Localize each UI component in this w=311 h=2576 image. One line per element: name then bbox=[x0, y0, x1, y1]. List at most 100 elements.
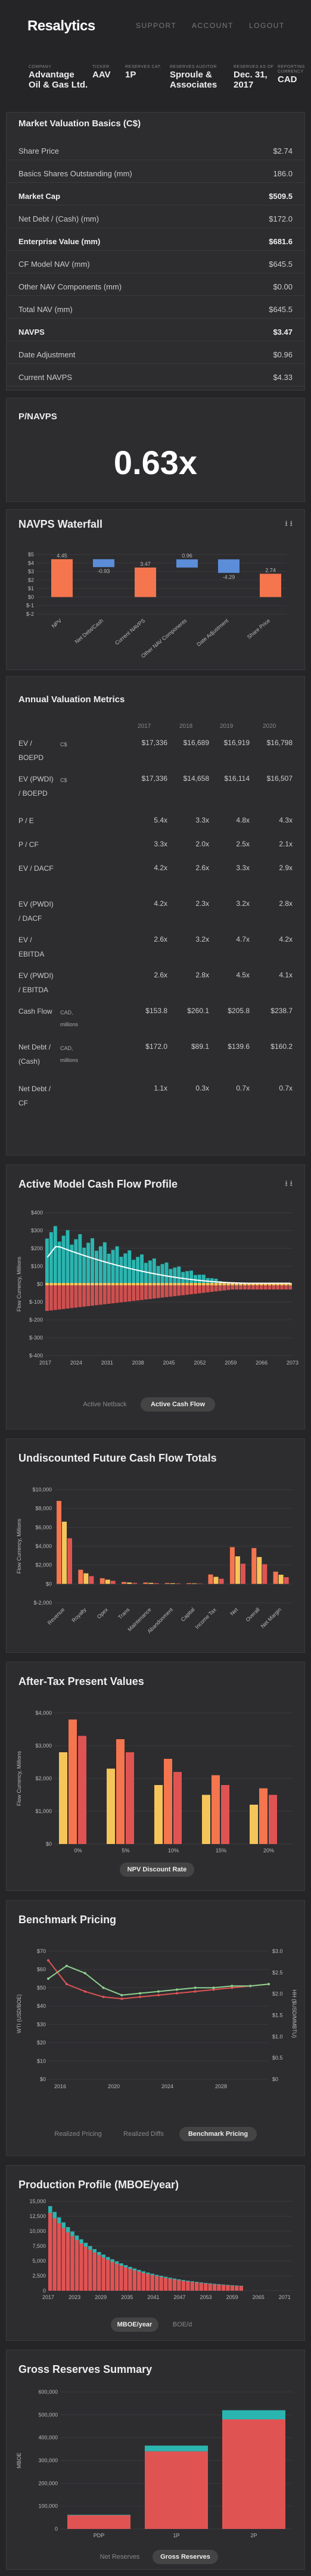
row-label: Enterprise Value (mm) bbox=[18, 237, 101, 246]
metric-label: EV / DACF bbox=[18, 864, 54, 873]
y-tick: 0 bbox=[43, 2288, 46, 2294]
info-auditor: RESERVES AUDITOR Sproule & Associates bbox=[170, 65, 217, 90]
row-value: $645.5 bbox=[269, 260, 293, 269]
logo[interactable]: Resalytics bbox=[27, 18, 95, 35]
bar-label: 4.45 bbox=[57, 553, 67, 559]
undisc-bar bbox=[208, 1574, 213, 1584]
cashflow-bar bbox=[111, 1283, 115, 1285]
row-label: Total NAV (mm) bbox=[18, 305, 73, 314]
y2-tick: $1.0 bbox=[272, 2033, 283, 2039]
metric-value: 0.7x bbox=[279, 1084, 293, 1092]
aftertax-chart: Flow Currency, Millions $4,000 $3,000 $2,00… bbox=[16, 1710, 293, 1854]
toggle-npv-discount[interactable]: NPV Discount Rate bbox=[120, 1862, 194, 1877]
y-tick: $2,000 bbox=[35, 1776, 52, 1781]
metric-value: $238.7 bbox=[270, 1007, 293, 1015]
toggle-realized-pricing[interactable]: Realized Pricing bbox=[48, 2127, 108, 2141]
toggle-benchmark-pricing[interactable]: Benchmark Pricing bbox=[179, 2127, 257, 2141]
production-bar bbox=[79, 2239, 83, 2291]
y-tick: $-300 bbox=[29, 1335, 43, 1341]
metric-value: 3.2x bbox=[236, 899, 250, 908]
production-bar bbox=[146, 2272, 150, 2275]
toggle-net-reserves[interactable]: Net Reserves bbox=[93, 2550, 147, 2564]
cashflow-bar bbox=[152, 1284, 156, 1299]
download-icon[interactable]: ⭳ ⭳ bbox=[285, 1178, 293, 1191]
x-tick: 2029 bbox=[95, 2294, 107, 2300]
cashflow-bar bbox=[189, 1284, 193, 1294]
cashflow-bar bbox=[74, 1283, 78, 1285]
cashflow-bar bbox=[78, 1284, 82, 1307]
metric-value: 4.2x bbox=[279, 935, 293, 943]
y2-tick: $3.0 bbox=[272, 1948, 283, 1954]
undisc-bar bbox=[284, 1577, 289, 1584]
nav-support[interactable]: SUPPORT bbox=[136, 21, 176, 30]
toggle-mboe-year[interactable]: MBOE/year bbox=[111, 2318, 158, 2332]
y-tick: $-2,000 bbox=[33, 1600, 52, 1606]
aftertax-bar bbox=[212, 1775, 220, 1844]
hh-point bbox=[212, 1986, 215, 1989]
undisc-bar bbox=[175, 1583, 181, 1584]
production-bar bbox=[203, 2282, 208, 2284]
production-bar bbox=[217, 2284, 221, 2291]
x-tick: 2071 bbox=[279, 2294, 291, 2300]
cashflow-bar bbox=[66, 1230, 70, 1284]
production-bar bbox=[101, 2254, 105, 2258]
x-tick: 2016 bbox=[54, 2083, 66, 2089]
aftertax-bar bbox=[154, 1785, 163, 1844]
production-bar bbox=[74, 2235, 79, 2291]
bar-label: 2.74 bbox=[265, 567, 276, 573]
y-tick: $-1 bbox=[26, 603, 34, 609]
x-tick: 2052 bbox=[194, 1360, 206, 1366]
valuation-card: Market Valuation Basics (C$) Share Price… bbox=[6, 112, 305, 391]
toggle-boe-d[interactable]: BOE/d bbox=[164, 2318, 200, 2332]
metric-value: 4.2x bbox=[154, 899, 167, 908]
cashflow-bar bbox=[123, 1283, 127, 1285]
cashflow-card: Active Model Cash Flow Profile ⭳ ⭳ Flow … bbox=[6, 1164, 305, 1429]
x-tick: 2059 bbox=[225, 1360, 237, 1366]
cashflow-bar bbox=[152, 1283, 156, 1285]
undisc-bar bbox=[170, 1583, 175, 1584]
y-tick: $5 bbox=[28, 552, 34, 557]
cashflow-bar bbox=[107, 1283, 111, 1285]
production-bar bbox=[199, 2282, 203, 2284]
toggle-active-cash-flow[interactable]: Active Cash Flow bbox=[141, 1397, 215, 1412]
cashflow-bar bbox=[222, 1283, 226, 1285]
nav-logout[interactable]: LOGOUT bbox=[249, 21, 285, 30]
cashflow-bar bbox=[127, 1250, 132, 1284]
production-bar bbox=[208, 2283, 212, 2291]
cashflow-bar bbox=[98, 1246, 102, 1284]
cashflow-bar bbox=[173, 1267, 177, 1284]
y-tick: $0 bbox=[28, 594, 34, 600]
production-chart: 15,000 12,500 10,000 7,500 5,000 2,500 02017 20… bbox=[29, 2198, 293, 2300]
toggle-active-netback[interactable]: Active Netback bbox=[75, 1397, 135, 1412]
cashflow-bar bbox=[144, 1284, 148, 1300]
row-value: $2.74 bbox=[273, 147, 293, 155]
category-label: Net bbox=[229, 1606, 239, 1616]
cashflow-bar bbox=[115, 1284, 119, 1303]
production-bar bbox=[114, 2261, 119, 2264]
metric-label: EV (PWDI) / BOEPD bbox=[18, 775, 54, 798]
x-tick: 2059 bbox=[226, 2294, 238, 2300]
download-icon[interactable]: ⭳ ⭳ bbox=[285, 518, 293, 531]
x-tick: 2045 bbox=[163, 1360, 175, 1366]
wti-point bbox=[194, 1990, 197, 1993]
production-bar bbox=[239, 2285, 243, 2287]
pnavps-title: P/NAVPS bbox=[18, 412, 57, 422]
undisc-bar bbox=[257, 1557, 262, 1584]
cashflow-bar bbox=[189, 1283, 193, 1285]
nav-account[interactable]: ACCOUNT bbox=[192, 21, 234, 30]
production-bar bbox=[123, 2265, 128, 2267]
metric-value: $14,658 bbox=[183, 774, 209, 783]
cashflow-bar bbox=[66, 1283, 70, 1285]
toggle-gross-reserves[interactable]: Gross Reserves bbox=[153, 2550, 218, 2564]
x-tick: 2024 bbox=[70, 1360, 82, 1366]
category-label: Overall bbox=[244, 1606, 260, 1622]
category-label: Capital bbox=[180, 1606, 196, 1622]
category-label: Revenue bbox=[46, 1606, 66, 1626]
row-value: $509.5 bbox=[269, 192, 293, 201]
toggle-realized-diffs[interactable]: Realized Diffs bbox=[114, 2127, 173, 2141]
undisc-bar bbox=[122, 1582, 127, 1584]
row-label: Net Debt / (Cash) (mm) bbox=[18, 214, 99, 223]
metric-value: 0.7x bbox=[236, 1084, 250, 1092]
metric-value: 4.8x bbox=[236, 816, 250, 824]
aftertax-bar bbox=[164, 1759, 172, 1844]
